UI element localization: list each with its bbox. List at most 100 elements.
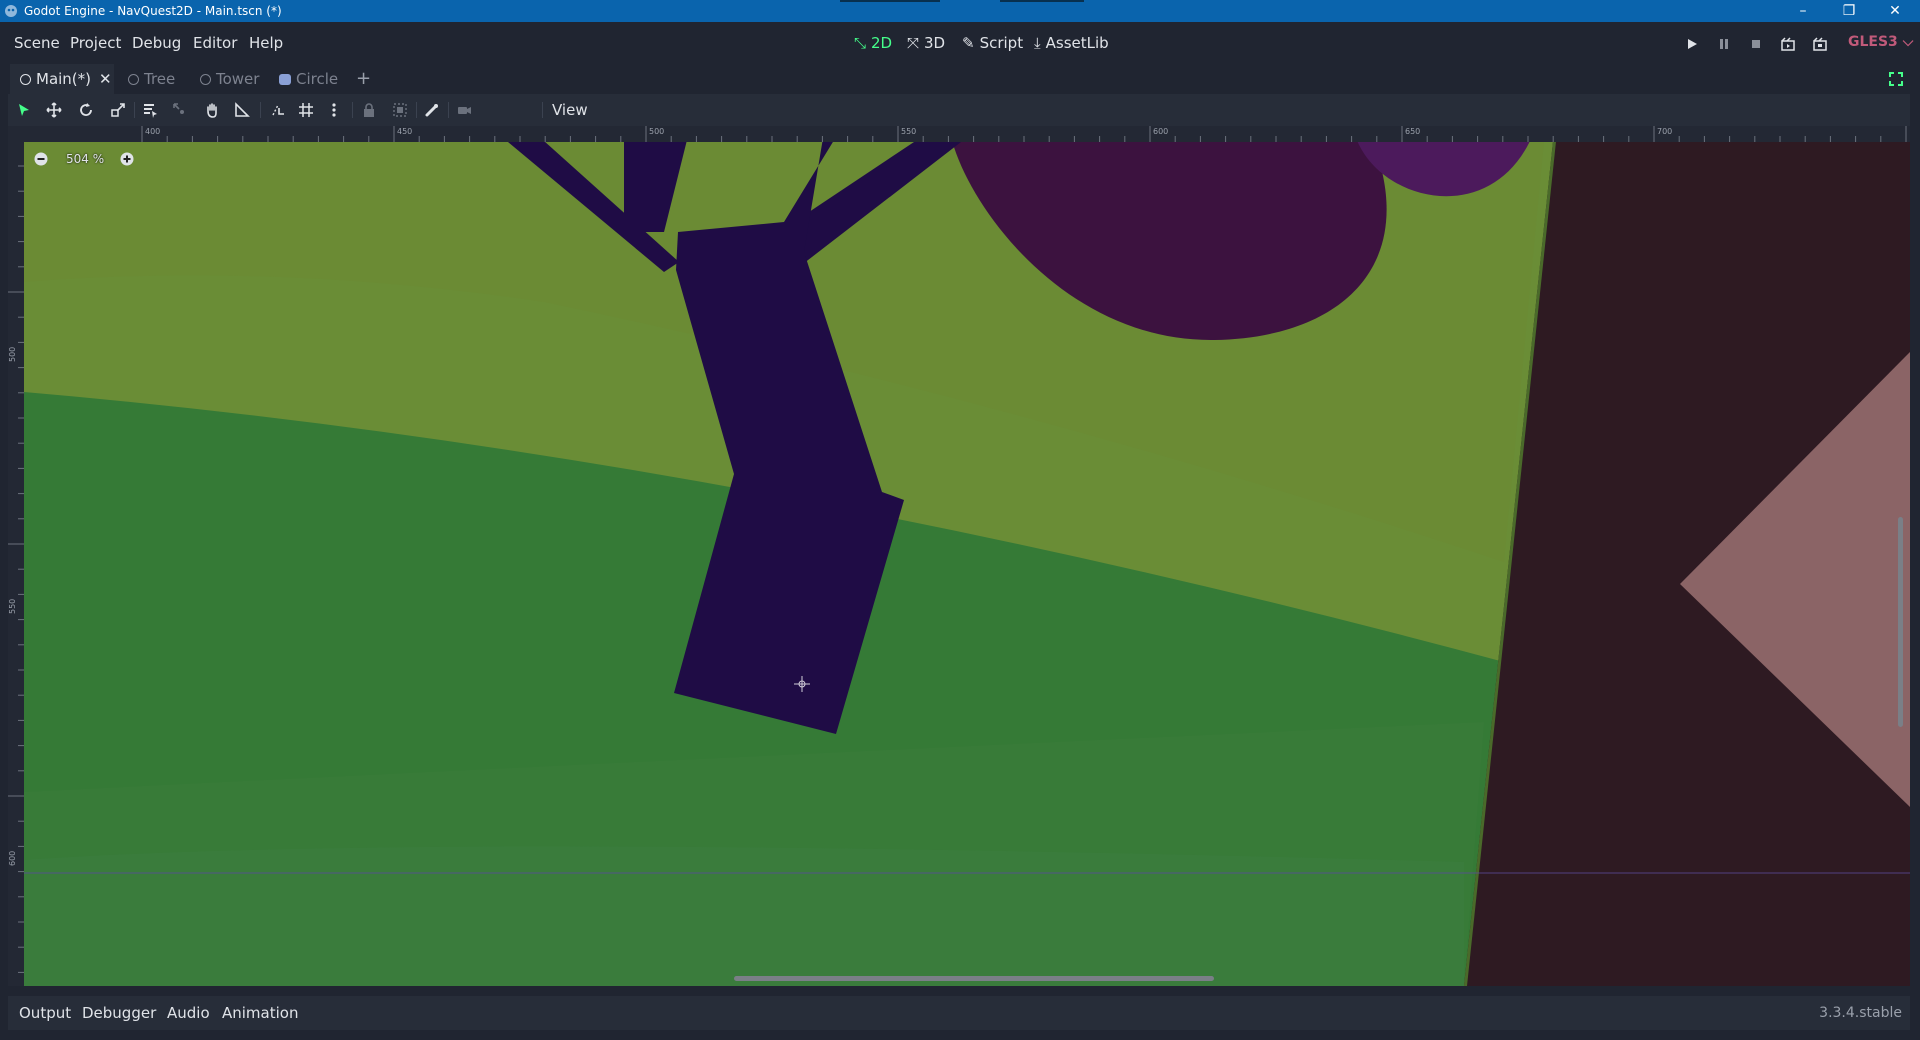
chevron-down-icon: ⌵ — [1902, 34, 1914, 50]
menu-help[interactable]: Help — [249, 34, 283, 52]
pause-icon[interactable] — [1716, 36, 1732, 52]
renderer-label: GLES3 — [1848, 34, 1898, 50]
override-camera-icon[interactable] — [456, 102, 472, 118]
3d-icon: ⤧ — [907, 34, 920, 52]
minimize-button[interactable]: – — [1780, 0, 1826, 22]
title-deco-left — [840, 0, 940, 2]
pan-icon[interactable] — [204, 102, 220, 118]
menu-editor[interactable]: Editor — [193, 34, 237, 52]
select-icon[interactable] — [16, 102, 32, 118]
tab-main-label: Main(*) — [36, 70, 92, 88]
restore-button[interactable]: ❐ — [1826, 0, 1872, 22]
ruler-top-label: 450 — [397, 127, 413, 136]
canvas-toolbar: View — [8, 94, 1910, 126]
play-icon[interactable] — [1684, 36, 1700, 52]
menu-project[interactable]: Project — [70, 34, 121, 52]
ruler-left-label: 500 — [8, 346, 17, 362]
rotate-icon[interactable] — [78, 102, 94, 118]
ruler-top-label: 700 — [1657, 127, 1673, 136]
renderer-selector[interactable]: GLES3 ⌵ — [1848, 34, 1913, 50]
tab-debugger[interactable]: Debugger — [82, 1004, 156, 1022]
workspace-2d-button[interactable]: ⤡ 2D — [854, 34, 892, 52]
pivot-icon[interactable] — [172, 102, 188, 118]
tab-tree[interactable]: Tree — [128, 64, 175, 94]
tab-circle-label: Circle — [296, 70, 339, 88]
ruler-icon[interactable] — [234, 102, 250, 118]
zoom-out-icon[interactable] — [34, 152, 48, 166]
scene-ring-icon — [20, 74, 31, 85]
scene-canvas — [24, 142, 1910, 986]
engine-version: 3.3.4.stable — [1819, 1005, 1902, 1021]
menu-debug[interactable]: Debug — [132, 34, 181, 52]
play-custom-scene-icon[interactable] — [1812, 36, 1828, 52]
robot-icon — [279, 74, 291, 85]
toolbar-separator — [134, 102, 135, 118]
ruler-left: 500 550 600 — [8, 142, 24, 986]
ruler-top-label: 650 — [1405, 127, 1421, 136]
main-menu-bar: Scene Project Debug Editor Help ⤡ 2D ⤧ 3D … — [0, 22, 1920, 64]
workspace-script-label: Script — [979, 34, 1024, 52]
scene-tab-bar: Main(*) ✕ Tree Tower Circle + — [0, 64, 1920, 94]
ruler-left-label: 600 — [8, 850, 17, 866]
tab-output[interactable]: Output — [19, 1004, 71, 1022]
toolbar-separator — [542, 102, 543, 118]
move-icon[interactable] — [46, 102, 62, 118]
tab-tower[interactable]: Tower — [200, 64, 259, 94]
toolbar-separator — [352, 102, 353, 118]
menu-scene[interactable]: Scene — [14, 34, 60, 52]
tab-audio[interactable]: Audio — [167, 1004, 210, 1022]
view-menu[interactable]: View — [552, 101, 588, 119]
bottom-panel-bar: Output Debugger Audio Animation 3.3.4.st… — [8, 996, 1910, 1030]
scene-ring-icon — [200, 74, 211, 85]
horizontal-scrollbar[interactable] — [734, 976, 1214, 981]
tab-tower-label: Tower — [216, 70, 260, 88]
zoom-in-icon[interactable] — [120, 152, 134, 166]
stop-icon[interactable] — [1748, 36, 1764, 52]
canvas-viewport[interactable]: 504 % — [24, 142, 1910, 986]
tab-main[interactable]: Main(*) ✕ — [10, 64, 114, 94]
title-deco-right — [1000, 0, 1084, 2]
workspace-assetlib-button[interactable]: ⤓ AssetLib — [1034, 34, 1109, 52]
window-title: Godot Engine - NavQuest2D - Main.tscn (*… — [24, 4, 282, 18]
workspace-script-button[interactable]: ✎ Script — [962, 34, 1023, 52]
ruler-top-label: 550 — [901, 127, 917, 136]
scale-icon[interactable] — [110, 102, 126, 118]
tab-circle[interactable]: Circle — [279, 64, 338, 94]
snap-options-icon[interactable] — [326, 102, 342, 118]
ruler-top-label: 500 — [649, 127, 665, 136]
ruler-top-ticks — [141, 126, 1907, 142]
skeleton-icon[interactable] — [424, 102, 440, 118]
bottom-panel: Output Debugger Audio Animation 3.3.4.st… — [0, 986, 1920, 1040]
smart-snap-icon[interactable] — [270, 102, 286, 118]
close-window-button[interactable]: ✕ — [1872, 0, 1918, 22]
script-icon: ✎ — [962, 34, 975, 52]
workspace-3d-label: 3D — [924, 34, 946, 52]
toolbar-separator — [416, 102, 417, 118]
assetlib-icon: ⤓ — [1034, 34, 1041, 52]
add-tab-icon[interactable]: + — [356, 68, 371, 89]
toolbar-separator — [260, 102, 261, 118]
toolbar-separator — [448, 102, 449, 118]
tab-tree-label: Tree — [144, 70, 176, 88]
list-select-icon[interactable] — [142, 102, 158, 118]
play-scene-icon[interactable] — [1780, 36, 1796, 52]
workspace-3d-button[interactable]: ⤧ 3D — [907, 34, 945, 52]
ruler-top-label: 400 — [145, 127, 161, 136]
lock-icon[interactable] — [361, 102, 377, 118]
workspace-2d-label: 2D — [871, 34, 893, 52]
workspace-assetlib-label: AssetLib — [1045, 34, 1109, 52]
godot-app-icon — [4, 4, 18, 18]
vertical-scrollbar[interactable] — [1898, 517, 1903, 727]
2d-icon: ⤡ — [854, 34, 867, 52]
distraction-free-icon[interactable] — [1888, 71, 1904, 87]
group-icon[interactable] — [392, 102, 408, 118]
zoom-level[interactable]: 504 % — [66, 152, 104, 166]
grid-snap-icon[interactable] — [298, 102, 314, 118]
ruler-left-label: 550 — [8, 598, 17, 614]
tab-animation[interactable]: Animation — [222, 1004, 298, 1022]
window-title-bar: Godot Engine - NavQuest2D - Main.tscn (*… — [0, 0, 1920, 22]
ruler-top-label: 600 — [1153, 127, 1169, 136]
scene-ring-icon — [128, 74, 139, 85]
ruler-top: 400 450 500 550 600 650 700 — [8, 126, 1910, 142]
close-tab-icon[interactable]: ✕ — [99, 70, 112, 88]
